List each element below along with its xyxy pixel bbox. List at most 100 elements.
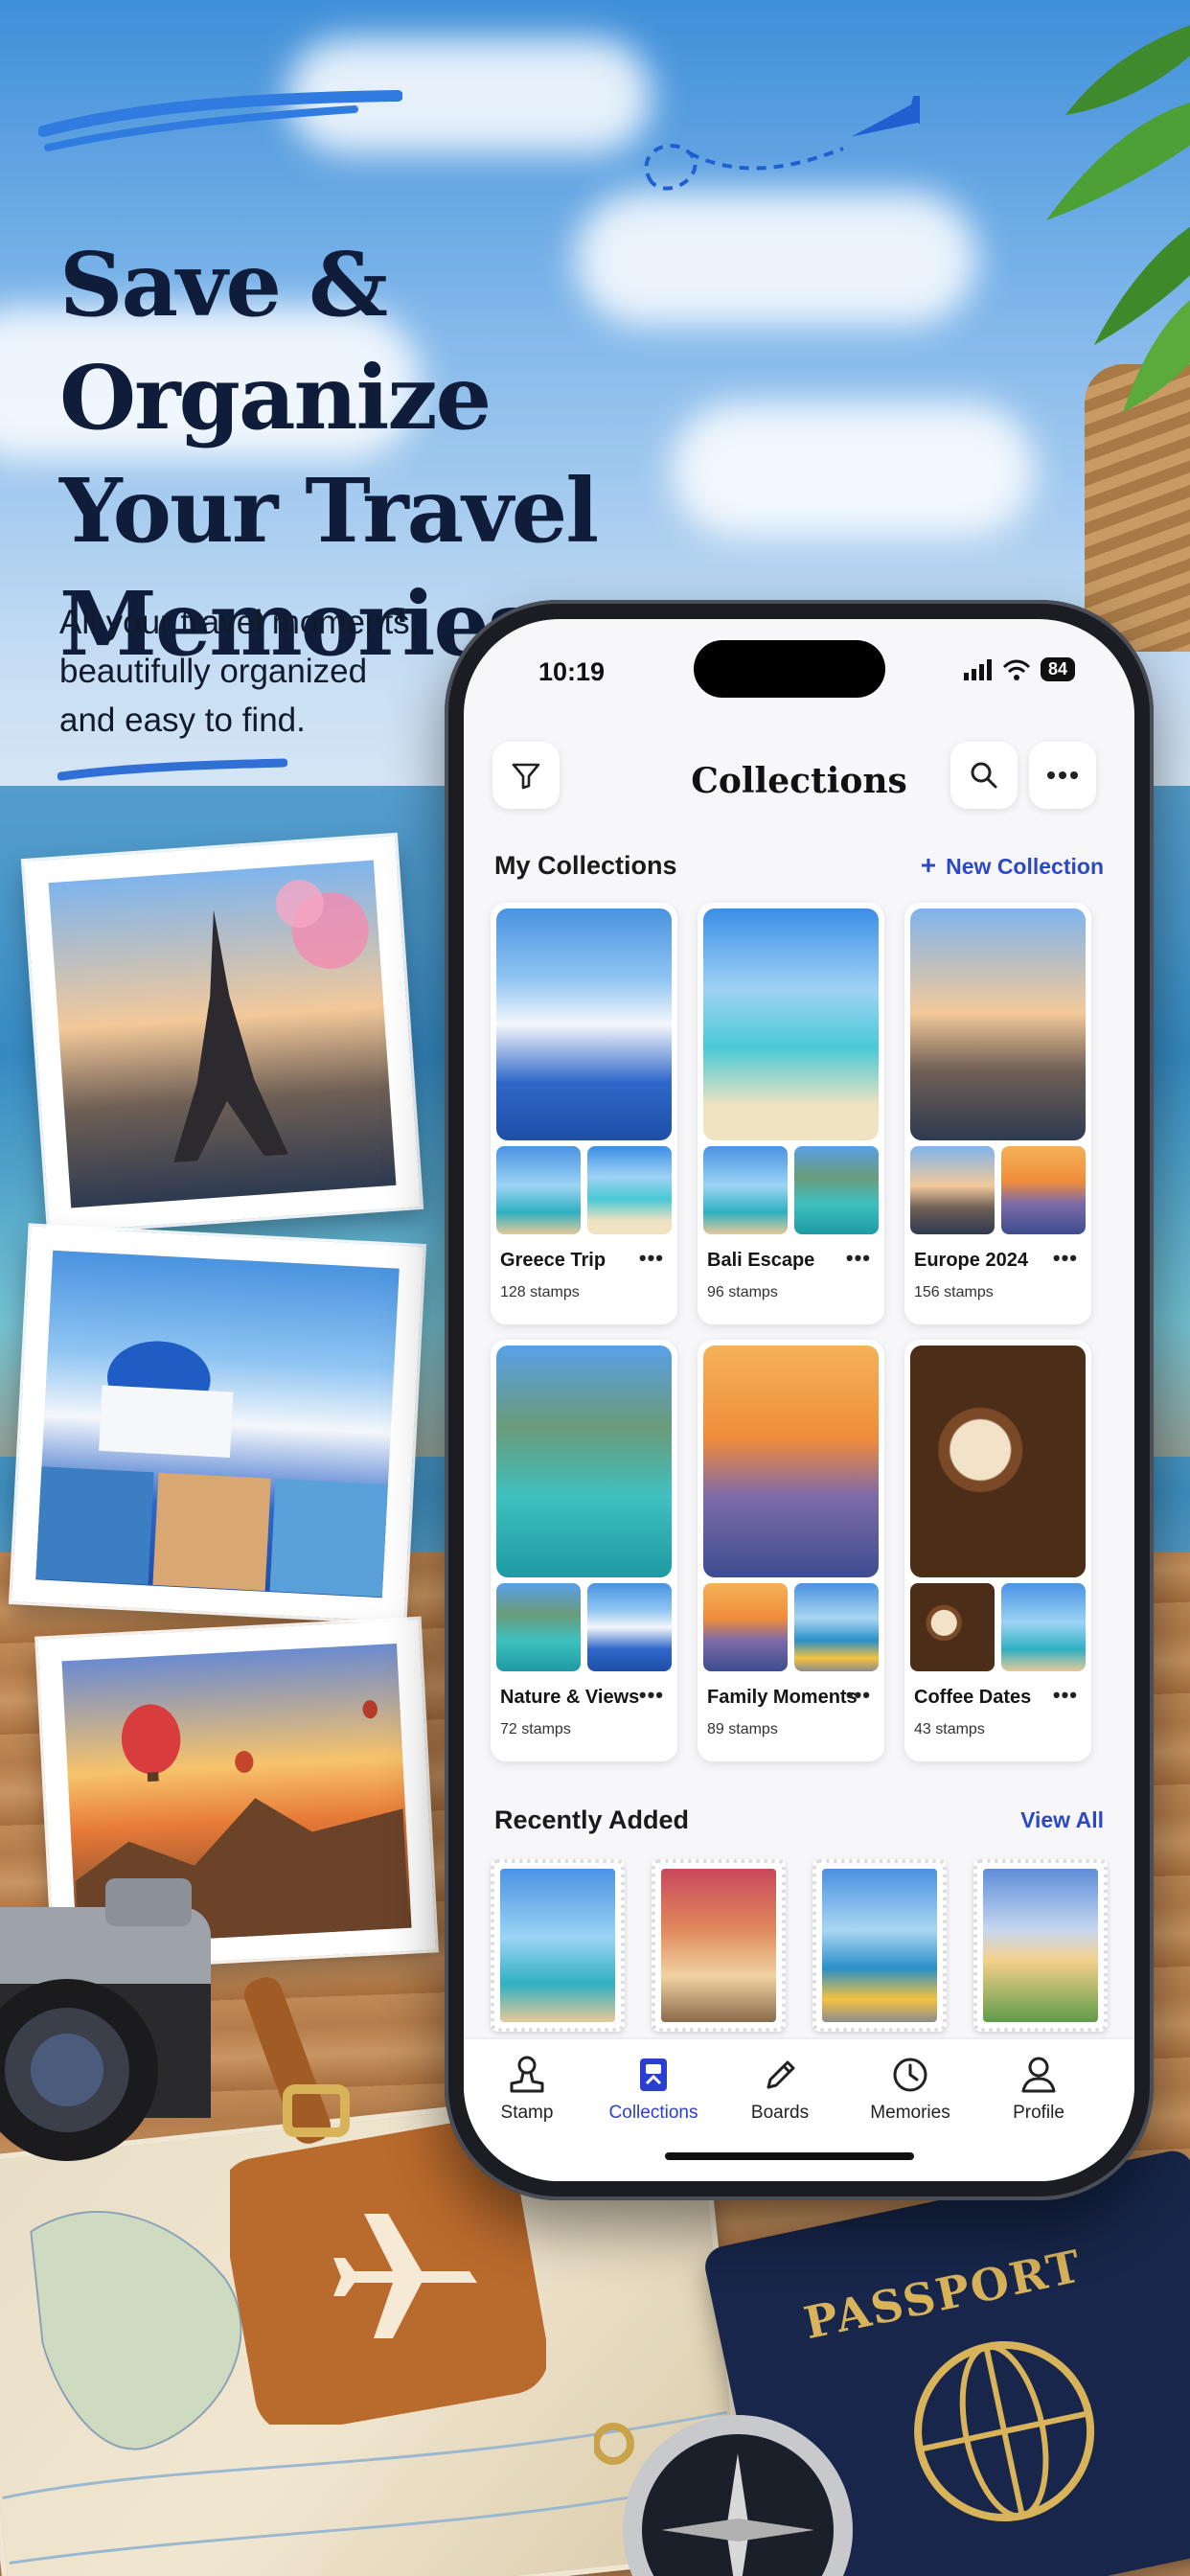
collection-name: Europe 2024	[914, 1250, 1028, 1271]
more-horizontal-icon	[1047, 771, 1078, 779]
tab-label: Boards	[750, 2103, 810, 2123]
stamp-icon	[510, 2056, 544, 2093]
phone-mockup: 10:19 84 Collections My Collections + Ne…	[445, 600, 1154, 2200]
collection-more-button[interactable]: •••	[846, 1683, 871, 1708]
tab-stamp[interactable]: Stamp	[469, 2055, 584, 2124]
collection-count: 43 stamps	[914, 1721, 985, 1737]
plus-icon: +	[920, 850, 937, 880]
tab-label: Memories	[870, 2103, 950, 2123]
collection-cover-image	[703, 908, 879, 1140]
collection-card[interactable]: Europe 2024 156 stamps •••	[904, 903, 1091, 1324]
collection-count: 96 stamps	[707, 1284, 778, 1300]
collection-name: Bali Escape	[707, 1250, 815, 1271]
status-icons: 84	[963, 657, 1075, 681]
collection-card[interactable]: Bali Escape 96 stamps •••	[698, 903, 884, 1324]
collection-count: 89 stamps	[707, 1721, 778, 1737]
hero-subtitle-line1: All your travel moments,	[59, 604, 420, 641]
collection-name: Coffee Dates	[914, 1687, 1032, 1708]
hero-subtitle-line2: beautifully organized	[59, 653, 368, 690]
stamp-paris	[20, 832, 424, 1236]
collection-cover-image	[703, 1346, 879, 1577]
new-collection-button[interactable]: + New Collection	[921, 850, 1104, 881]
brush-stroke-top	[38, 90, 402, 151]
collection-card[interactable]: Family Moments 89 stamps •••	[698, 1340, 884, 1761]
globe-icon	[914, 2341, 1095, 2522]
search-button[interactable]	[950, 742, 1018, 809]
tab-label: Profile	[1013, 2103, 1064, 2123]
dynamic-island	[694, 640, 885, 698]
collection-cover-image	[496, 1346, 672, 1577]
collection-name: Greece Trip	[500, 1250, 606, 1271]
collection-count: 156 stamps	[914, 1284, 994, 1300]
collection-more-button[interactable]: •••	[639, 1683, 664, 1708]
stamp-santorini	[8, 1223, 427, 1625]
hero-title-line2: Your Travel	[59, 459, 599, 563]
collection-thumb	[703, 1583, 788, 1671]
collection-thumb	[910, 1146, 995, 1234]
status-time: 10:19	[538, 657, 606, 686]
collection-thumb	[794, 1146, 879, 1234]
collections-icon	[640, 2058, 667, 2091]
collection-name: Nature & Views	[500, 1687, 640, 1708]
compass-icon	[594, 2415, 853, 2576]
tab-profile[interactable]: Profile	[981, 2055, 1096, 2124]
tab-bar: Stamp Collections Boards Memories Profil…	[464, 2037, 1134, 2181]
collection-thumb	[496, 1146, 581, 1234]
pencil-icon	[767, 2060, 795, 2089]
my-collections-header: My Collections + New Collection	[494, 841, 1104, 889]
collection-card[interactable]: Coffee Dates 43 stamps •••	[904, 1340, 1091, 1761]
wifi-icon	[1002, 659, 1031, 680]
new-collection-label: New Collection	[946, 854, 1104, 879]
collection-more-button[interactable]: •••	[639, 1246, 664, 1271]
collection-thumb	[587, 1583, 672, 1671]
collection-cover-image	[910, 908, 1086, 1140]
hero-subtitle-line3: and easy to find.	[59, 702, 306, 739]
collection-more-button[interactable]: •••	[846, 1246, 871, 1271]
collection-count: 128 stamps	[500, 1284, 580, 1300]
collection-card[interactable]: Nature & Views 72 stamps •••	[491, 1340, 677, 1761]
recent-stamp[interactable]	[652, 1859, 786, 2032]
collection-name: Family Moments	[707, 1687, 858, 1708]
recently-added-title: Recently Added	[494, 1805, 690, 1834]
collection-thumb	[496, 1583, 581, 1671]
tab-collections[interactable]: Collections	[596, 2055, 711, 2124]
collection-cover-image	[910, 1346, 1086, 1577]
status-bar: 10:19 84	[464, 619, 1134, 715]
collection-thumb	[1001, 1583, 1086, 1671]
hero-subtitle: All your travel moments, beautifully org…	[59, 598, 481, 745]
signal-icon	[963, 658, 992, 680]
recent-stamp[interactable]	[973, 1859, 1108, 2032]
tab-label: Collections	[608, 2103, 698, 2123]
tab-label: Stamp	[500, 2103, 554, 2123]
more-options-button[interactable]	[1029, 742, 1096, 809]
tab-memories[interactable]: Memories	[853, 2055, 968, 2124]
clock-icon	[893, 2058, 927, 2092]
recently-added-header: Recently Added View All	[494, 1796, 1104, 1844]
hero-title-line1: Save & Organize	[59, 233, 492, 449]
collection-count: 72 stamps	[500, 1721, 571, 1737]
collection-more-button[interactable]: •••	[1053, 1683, 1078, 1708]
battery-indicator: 84	[1040, 657, 1075, 681]
phone-screen: 10:19 84 Collections My Collections + Ne…	[464, 619, 1134, 2181]
collection-thumb	[794, 1583, 879, 1671]
collection-card[interactable]: Greece Trip 128 stamps •••	[491, 903, 677, 1324]
collection-thumb	[703, 1146, 788, 1234]
palm-plant-icon	[1046, 25, 1190, 412]
tab-boards[interactable]: Boards	[722, 2055, 837, 2124]
collection-more-button[interactable]: •••	[1053, 1246, 1078, 1271]
brush-underline	[57, 758, 287, 781]
collection-thumb	[587, 1146, 672, 1234]
search-icon	[971, 762, 997, 789]
view-all-link[interactable]: View All	[1020, 1807, 1104, 1833]
camera-icon	[0, 1878, 211, 2161]
airplane-icon	[644, 96, 920, 191]
collection-cover-image	[496, 908, 672, 1140]
person-icon	[1021, 2057, 1056, 2093]
recent-stamp[interactable]	[491, 1859, 625, 2032]
top-bar: Collections	[464, 724, 1134, 820]
collection-thumb	[910, 1583, 995, 1671]
collection-thumb	[1001, 1146, 1086, 1234]
home-indicator	[665, 2152, 914, 2160]
recent-stamp[interactable]	[812, 1859, 947, 2032]
my-collections-title: My Collections	[494, 850, 677, 880]
